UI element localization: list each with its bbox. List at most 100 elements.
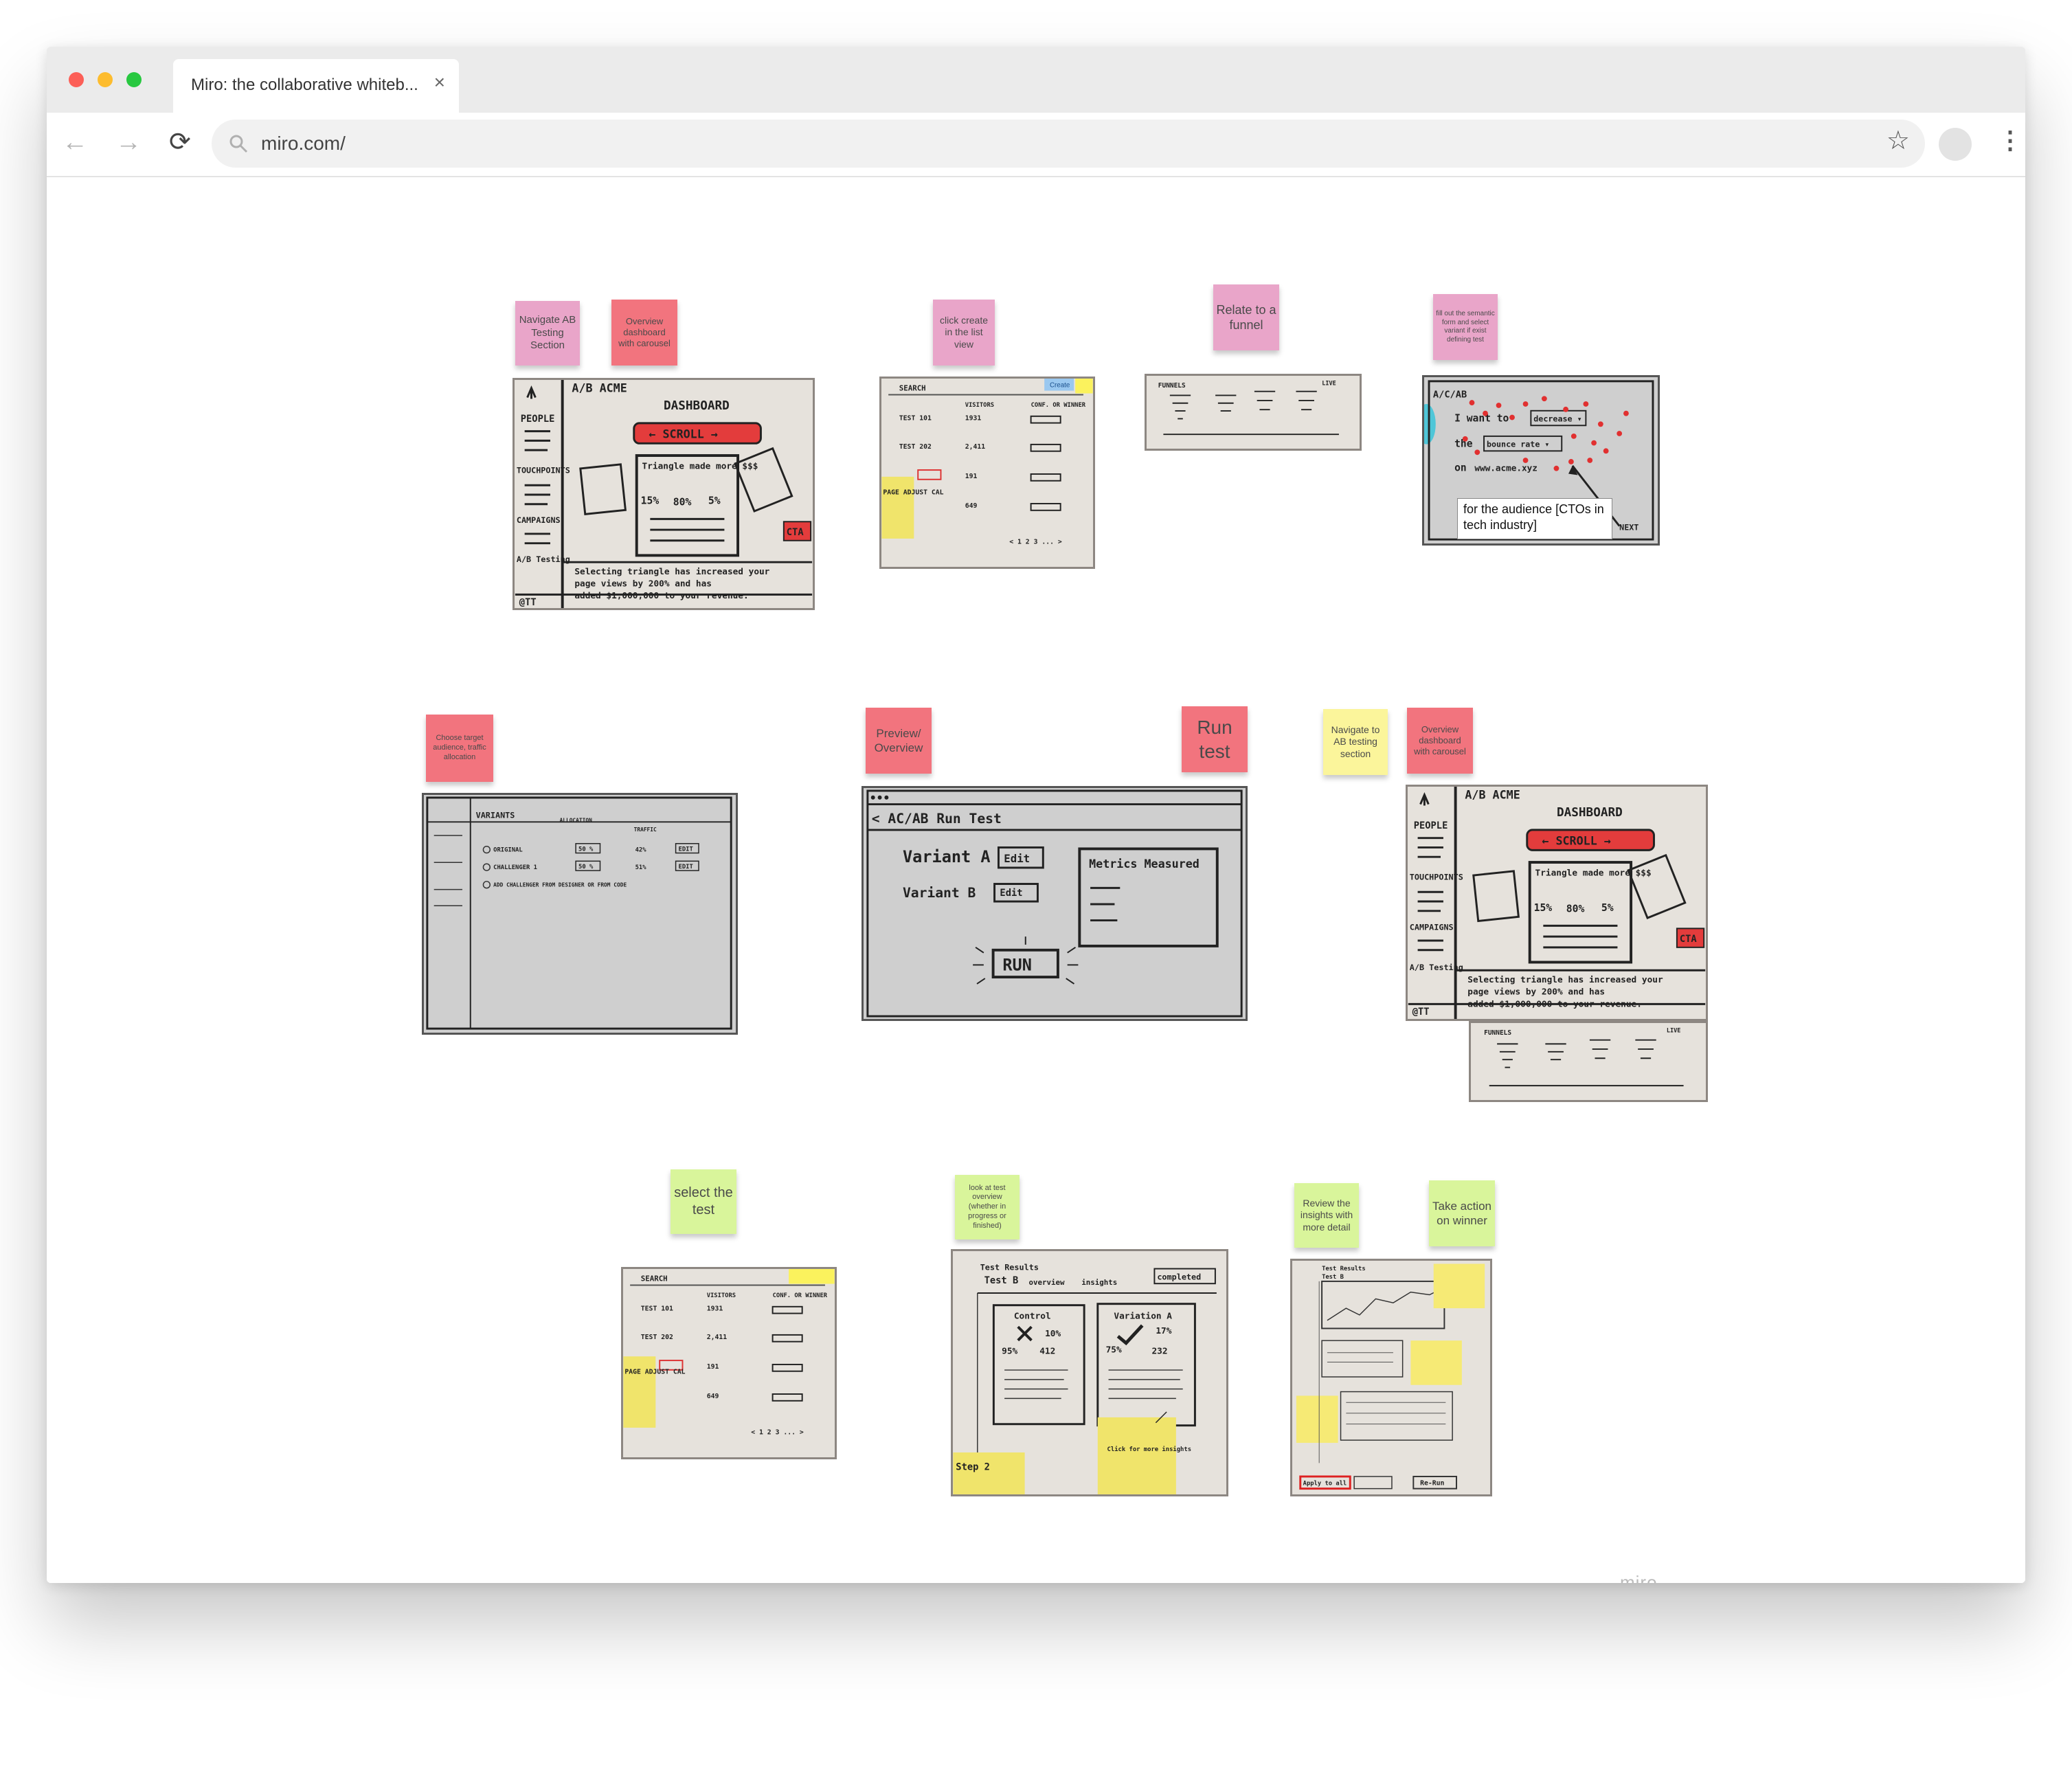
variation-stat: 232 <box>1151 1346 1167 1356</box>
list-row-visitors: 649 <box>707 1393 719 1400</box>
logo-text: A/B ACME <box>1465 788 1520 802</box>
search-icon <box>229 135 248 153</box>
list-column: CONF. OR WINNER <box>1031 402 1086 409</box>
list-row-visitors: 649 <box>965 502 978 510</box>
profile-avatar[interactable] <box>1939 128 1972 161</box>
test-list-sketch[interactable]: SEARCH Create VISITORS CONF. OR WINNER T… <box>879 377 1095 569</box>
nav-campaigns: CAMPAIGNS <box>517 515 561 525</box>
audience-callout[interactable]: for the audience [CTOs in tech industry] <box>1457 498 1612 539</box>
minimize-window-dot[interactable] <box>98 72 113 87</box>
funnel-title: FUNNELS <box>1484 1029 1511 1037</box>
apply-button-label: Apply to all <box>1303 1481 1347 1487</box>
dashboard-sketch[interactable]: A/B ACME DASHBOARD ← SCROLL → PEOPLE TOU… <box>513 378 815 610</box>
sticky-note[interactable]: Overview dashboard with carousel <box>1407 708 1473 774</box>
variant-edit: EDIT <box>679 846 693 853</box>
dashboard-title: DASHBOARD <box>664 399 730 413</box>
test-list-drawing: SEARCH VISITORS CONF. OR WINNER TEST 101… <box>623 1269 835 1437</box>
dashboard-copy: added $1,000,000 to your revenue. <box>1467 999 1642 1009</box>
sticky-note[interactable]: look at test overview (whether in progre… <box>955 1175 1020 1239</box>
list-pager: < 1 2 3 ... > <box>1009 539 1062 546</box>
nav-touchpoints: TOUCHPOINTS <box>1410 873 1463 882</box>
test-results-drawing: Test Results Test B overview insights co… <box>953 1263 1217 1494</box>
funnel-title: FUNNELS <box>1158 382 1186 390</box>
variants-sketch[interactable]: VARIANTS ALLOCATION TRAFFIC ORIGINAL 50 … <box>422 793 738 1035</box>
variant-add: ADD CHALLENGER FROM DESIGNER OR FROM COD… <box>493 882 627 888</box>
bookmark-star-icon[interactable]: ☆ <box>1887 128 1910 154</box>
sticky-note[interactable]: Relate to a funnel <box>1213 284 1279 350</box>
step-note: Step 2 <box>956 1462 990 1473</box>
dashboard-sketch[interactable]: A/B ACME DASHBOARD ← SCROLL → PEOPLE TOU… <box>1406 785 1708 1021</box>
funnel-tag: LIVE <box>1322 380 1336 387</box>
reload-icon[interactable]: ⟳ <box>169 129 191 155</box>
variant-name: ORIGINAL <box>493 847 523 854</box>
list-row-visitors: 2,411 <box>707 1334 728 1341</box>
dashboard-drawing: A/B ACME DASHBOARD ← SCROLL → PEOPLE TOU… <box>515 380 813 608</box>
metric-value: 15% <box>1534 902 1553 914</box>
list-row-visitors: 1931 <box>707 1305 723 1313</box>
dashboard-drawing: A/B ACME DASHBOARD ← SCROLL → PEOPLE TOU… <box>1408 787 1706 1019</box>
variant-traffic: 42% <box>635 847 647 854</box>
browser-titlebar: Miro: the collaborative whiteb... × <box>47 47 2025 113</box>
nav-people: PEOPLE <box>521 414 555 425</box>
forward-icon[interactable]: → <box>115 129 142 155</box>
variant-alloc: 50 % <box>578 864 594 871</box>
run-header: < AC/AB Run Test <box>872 811 1002 827</box>
nav-touchpoints: TOUCHPOINTS <box>517 466 570 475</box>
run-button-label: RUN <box>1002 955 1032 974</box>
funnel-sketch[interactable]: FUNNELS LIVE <box>1469 1021 1708 1102</box>
run-test-sketch[interactable]: < AC/AB Run Test Variant A Edit Variant … <box>862 786 1248 1021</box>
sticky-note[interactable]: Navigate AB Testing Section <box>515 301 580 366</box>
logo-text: A/B ACME <box>572 382 627 395</box>
variation-confidence: 17% <box>1156 1326 1171 1336</box>
semantic-form-sketch[interactable]: A/C/AB I want to decrease ▾ the bounce r… <box>1422 375 1660 546</box>
maximize-window-dot[interactable] <box>126 72 142 87</box>
variation-label: Variation A <box>1114 1311 1172 1321</box>
list-row-name: TEST 202 <box>899 443 932 451</box>
browser-toolbar: ← → ⟳ miro.com/ ☆ ⋮ <box>47 113 2025 177</box>
sticky-note[interactable]: click create in the list view <box>933 300 995 366</box>
results-tab: insights <box>1081 1278 1117 1287</box>
sticky-note[interactable]: fill out the semantic form and select va… <box>1433 294 1498 360</box>
test-results-sketch[interactable]: Test Results Test B overview insights co… <box>951 1249 1228 1496</box>
menu-icon[interactable]: ⋮ <box>1998 128 2023 153</box>
miro-logo: miro <box>1620 1572 1658 1583</box>
list-row-name: TEST 101 <box>641 1305 673 1313</box>
sticky-note[interactable]: Preview/ Overview <box>866 708 932 774</box>
list-row-name: TEST 202 <box>641 1334 673 1341</box>
sticky-note[interactable]: Navigate to AB testing section <box>1323 709 1388 775</box>
whiteboard-canvas[interactable]: Navigate AB Testing Section Overview das… <box>47 177 2025 1583</box>
metric-value: 5% <box>708 495 721 507</box>
funnel-sketch[interactable]: FUNNELS LIVE <box>1145 374 1362 451</box>
back-icon[interactable]: ← <box>62 129 88 155</box>
cta-label: CTA <box>787 527 804 538</box>
variant-alloc: 50 % <box>578 846 594 853</box>
list-row-visitors: 2,411 <box>965 443 986 451</box>
form-header: A/C/AB <box>1433 389 1467 400</box>
browser-tab[interactable]: Miro: the collaborative whiteb... × <box>173 59 459 113</box>
list-column: VISITORS <box>707 1292 736 1299</box>
dashboard-copy: page views by 200% and has <box>574 579 712 590</box>
sticky-note[interactable]: Take action on winner <box>1429 1180 1495 1246</box>
sticky-note[interactable]: Review the insights with more detail <box>1294 1183 1359 1248</box>
sticky-note[interactable]: select the test <box>671 1169 736 1234</box>
tab-close-icon[interactable]: × <box>434 73 445 92</box>
sticky-note[interactable]: Choose target audience, traffic allocati… <box>426 715 493 782</box>
variant-label: Variant A <box>903 847 991 866</box>
scroll-label: ← SCROLL → <box>649 427 717 440</box>
metric-title: Triangle made more $$$ <box>1535 868 1652 879</box>
browser-window: Miro: the collaborative whiteb... × ← → … <box>47 47 2025 1583</box>
results-test: Test B <box>984 1275 1019 1286</box>
sticky-note[interactable]: Overview dashboard with carousel <box>611 300 677 366</box>
url-text[interactable]: miro.com/ <box>261 133 346 155</box>
user-handle: @TT <box>519 597 537 608</box>
sticky-note[interactable]: Run test <box>1182 706 1248 772</box>
close-window-dot[interactable] <box>69 72 84 87</box>
control-stat: 95% <box>1002 1346 1017 1356</box>
nav-ab-testing: A/B Testing <box>517 554 570 564</box>
variation-stat: 75% <box>1106 1345 1122 1356</box>
tab-title: Miro: the collaborative whiteb... <box>191 76 418 94</box>
address-bar[interactable]: miro.com/ ☆ <box>212 120 1925 168</box>
insights-sketch[interactable]: Test Results Test B Apply to all Re-Run <box>1290 1259 1492 1496</box>
test-list-sketch[interactable]: SEARCH VISITORS CONF. OR WINNER TEST 101… <box>621 1267 837 1459</box>
cta-label: CTA <box>1680 934 1698 945</box>
